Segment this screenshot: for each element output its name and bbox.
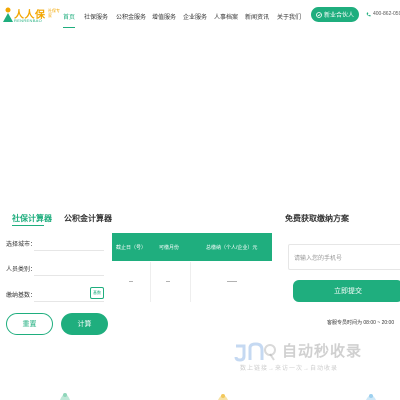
result-table-row: -- -- -----: [112, 262, 272, 302]
watermark-text: 自动秒收录: [282, 343, 363, 360]
result-months-value: --: [166, 279, 170, 285]
result-header-total: 总缴纳（个人/企业）元: [206, 245, 258, 251]
reset-button[interactable]: 重置: [6, 313, 53, 335]
tab-active-indicator: [12, 225, 44, 226]
nav-value-added[interactable]: 增值服务: [152, 12, 176, 21]
result-header-deadline: 截止日（号）: [116, 245, 147, 251]
nav-enterprise[interactable]: 企业服务: [183, 12, 207, 21]
tab-housing-fund-calculator[interactable]: 公积金计算器: [64, 213, 112, 224]
nav-active-indicator: [63, 27, 75, 28]
partner-button[interactable]: 新业合伙人: [311, 7, 359, 22]
logo-person-icon: [3, 7, 13, 22]
watermark-logo-icon: [234, 342, 276, 362]
nav-home[interactable]: 首页: [63, 12, 75, 21]
hero-banner: [0, 30, 400, 205]
hotline[interactable]: 400-862-059: [366, 11, 400, 17]
service-feature-icon: [366, 394, 376, 400]
person-type-label: 人员类别：: [6, 267, 37, 273]
logo-en: RENRENBAO: [14, 18, 43, 23]
result-header-months: 可缴月份: [159, 245, 180, 251]
result-table-header: 截止日（号） 可缴月份 总缴纳（个人/企业）元: [112, 233, 272, 261]
tab-social-security-calculator[interactable]: 社保计算器: [12, 213, 52, 224]
top-header: 人人保 RENRENBAO 社保专家 首页 社保服务 公积金服务 增值服务 企业…: [0, 0, 400, 30]
site-logo[interactable]: 人人保 RENRENBAO 社保专家: [2, 6, 60, 26]
watermark: 自动秒收录 数上链接→来访一次→自动收录: [228, 338, 388, 378]
handshake-icon: [316, 11, 322, 18]
phone-icon: [366, 12, 371, 16]
partner-button-label: 新业合伙人: [323, 13, 354, 19]
service-feature-icon: [60, 393, 70, 400]
result-column-divider: [190, 262, 191, 302]
phone-number-placeholder: 请输入您的手机号: [294, 255, 343, 262]
service-hours: 客服专员时间为 08:00 ~ 20:00: [327, 320, 395, 326]
calculate-button[interactable]: 计算: [61, 313, 108, 335]
hotline-number: 400-862-059: [373, 11, 400, 17]
watermark-subtext: 数上链接→来访一次→自动收录: [240, 366, 339, 372]
result-deadline-value: --: [129, 279, 133, 285]
nav-housing-fund[interactable]: 公积金服务: [116, 12, 146, 21]
nav-about[interactable]: 关于我们: [277, 12, 301, 21]
submit-button[interactable]: 立即提交: [293, 280, 400, 302]
service-feature-icon: [218, 394, 228, 400]
nav-news[interactable]: 新闻资讯: [245, 12, 269, 21]
city-label: 选择城市：: [6, 242, 37, 248]
result-column-divider: [150, 262, 151, 302]
city-select[interactable]: [34, 233, 104, 251]
phone-number-input[interactable]: 请输入您的手机号: [288, 244, 400, 270]
nav-personnel-files[interactable]: 人事档案: [214, 12, 238, 21]
quote-title: 免费获取缴纳方案: [285, 214, 349, 223]
base-label: 缴纳基数：: [6, 293, 37, 299]
base-tag[interactable]: 基数: [90, 287, 104, 299]
logo-tagline: 社保专家: [48, 8, 60, 18]
person-type-select[interactable]: [34, 258, 104, 276]
nav-social-security[interactable]: 社保服务: [84, 12, 108, 21]
result-total-value: -----: [227, 279, 237, 285]
